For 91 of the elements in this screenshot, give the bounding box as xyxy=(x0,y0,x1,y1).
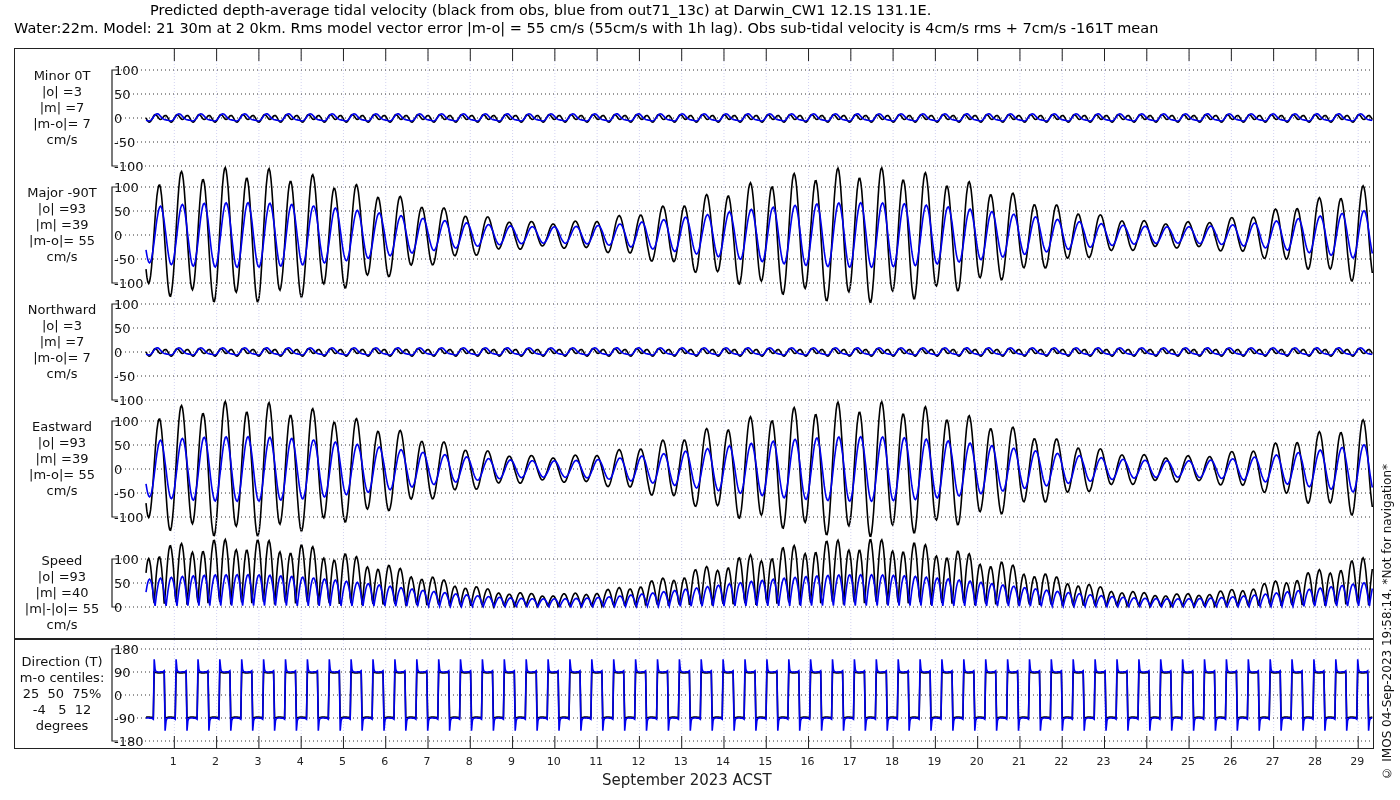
x-tick-label: 2 xyxy=(212,755,220,768)
y-tick-label: -50 xyxy=(114,135,136,150)
y-tick-label: 90 xyxy=(114,665,131,680)
x-tick-label: 13 xyxy=(673,755,688,768)
x-tick-label: 22 xyxy=(1054,755,1069,768)
y-tick-label: 50 xyxy=(114,87,131,102)
x-tick-label: 14 xyxy=(716,755,730,768)
panel-label: Minor 0T xyxy=(33,67,91,84)
x-tick-label: 5 xyxy=(338,755,346,768)
panel-label: cm/s xyxy=(46,131,78,148)
x-tick-label: 28 xyxy=(1307,755,1322,768)
panel-label: |m-o|= 55 xyxy=(29,466,95,483)
panel-label: cm/s xyxy=(46,482,78,499)
panel-label: |m-o|= 7 xyxy=(33,115,91,132)
panel-label: Northward xyxy=(27,301,97,318)
x-tick-label: 21 xyxy=(1011,755,1026,768)
x-tick-label: 19 xyxy=(927,755,942,768)
panel-label: |o| =3 xyxy=(42,83,82,100)
x-tick-label: 11 xyxy=(589,755,604,768)
panel-label: cm/s xyxy=(46,248,78,265)
panel-label: Speed xyxy=(41,552,83,569)
panel-label: -4 5 12 xyxy=(32,702,92,718)
y-tick-label: -180 xyxy=(114,734,144,749)
chart-title: Predicted depth-average tidal velocity (black from obs, blue from out71_13c) at Darwin_CW1 12.1S 131.1E. xyxy=(149,1,933,19)
y-tick-label: 50 xyxy=(114,576,131,591)
panel-label: |m-o|= 55 xyxy=(29,232,95,249)
y-tick-label: 50 xyxy=(114,204,131,219)
x-tick-label: 29 xyxy=(1350,755,1365,768)
panel-label: m-o centiles: xyxy=(19,670,105,686)
y-tick-label: 180 xyxy=(114,642,139,657)
panel-label: Eastward xyxy=(32,418,92,435)
panel-label: degrees xyxy=(35,718,89,734)
panel-label: |m| =40 xyxy=(35,584,89,601)
x-tick-label: 26 xyxy=(1223,755,1238,768)
x-tick-label: 1 xyxy=(169,755,177,768)
chart-title: Water:22m. Model: 21 30m at 2 0km. Rms model vector error |m-o| = 55 cm/s (55cm/s with 1h lag). Obs sub-tidal velocity is 4cm/s rms + 7cm/s -161T mean xyxy=(14,19,1160,37)
y-tick-label: 100 xyxy=(114,552,139,567)
y-tick-label: -90 xyxy=(114,711,136,726)
panel-label: cm/s xyxy=(46,616,78,633)
x-tick-label: 15 xyxy=(758,755,773,768)
panel-label: |o| =93 xyxy=(37,200,87,217)
panel-label: |o| =93 xyxy=(37,568,87,585)
y-tick-label: 0 xyxy=(114,600,123,615)
copyright-notice: © IMOS 04-Sep-2023 19:58:14. *Not for navigation* xyxy=(1380,464,1394,780)
x-tick-label: 12 xyxy=(631,755,646,768)
y-tick-label: 0 xyxy=(114,345,123,360)
y-tick-label: 100 xyxy=(114,63,139,78)
panel-label: 25 50 75% xyxy=(22,686,102,702)
panel-label: |o| =93 xyxy=(37,434,87,451)
panel-label: |m| =7 xyxy=(39,333,85,350)
y-tick-label: 0 xyxy=(114,111,123,126)
x-tick-label: 25 xyxy=(1181,755,1196,768)
y-tick-label: 0 xyxy=(114,228,123,243)
x-tick-label: 6 xyxy=(381,755,389,768)
x-tick-label: 7 xyxy=(423,755,431,768)
y-tick-label: 50 xyxy=(114,438,131,453)
x-tick-label: 10 xyxy=(546,755,561,768)
y-tick-label: -100 xyxy=(114,393,144,408)
x-tick-label: 17 xyxy=(842,755,857,768)
y-tick-label: -100 xyxy=(114,510,144,525)
y-tick-label: 100 xyxy=(114,414,139,429)
x-axis-label: September 2023 ACST xyxy=(601,771,773,789)
y-tick-label: 0 xyxy=(114,462,123,477)
x-tick-label: 8 xyxy=(465,755,473,768)
y-tick-label: 50 xyxy=(114,321,131,336)
y-tick-label: -100 xyxy=(114,159,144,174)
panel-label: |o| =3 xyxy=(42,317,82,334)
panel-label: |m-o|= 7 xyxy=(33,349,91,366)
panel-label: Major -90T xyxy=(27,184,97,201)
x-tick-label: 16 xyxy=(800,755,815,768)
x-tick-label: 24 xyxy=(1138,755,1153,768)
y-tick-label: -50 xyxy=(114,486,136,501)
panel-label: |m| =7 xyxy=(39,99,85,116)
x-tick-label: 23 xyxy=(1096,755,1111,768)
x-tick-label: 27 xyxy=(1265,755,1280,768)
y-tick-label: 100 xyxy=(114,297,139,312)
panel-label: |m| =39 xyxy=(35,450,89,467)
x-tick-label: 3 xyxy=(254,755,262,768)
panel-label: |m| =39 xyxy=(35,216,89,233)
y-tick-label: -50 xyxy=(114,252,136,267)
x-tick-label: 4 xyxy=(296,755,304,768)
panel-label: cm/s xyxy=(46,365,78,382)
x-tick-label: 9 xyxy=(508,755,516,768)
panel-label: |m|-|o|= 55 xyxy=(24,600,100,617)
y-tick-label: 100 xyxy=(114,180,139,195)
x-tick-label: 20 xyxy=(969,755,984,768)
y-tick-label: -100 xyxy=(114,276,144,291)
panel-label: Direction (T) xyxy=(21,654,103,670)
y-tick-label: -50 xyxy=(114,369,136,384)
x-tick-label: 18 xyxy=(885,755,900,768)
y-tick-label: 0 xyxy=(114,688,123,703)
